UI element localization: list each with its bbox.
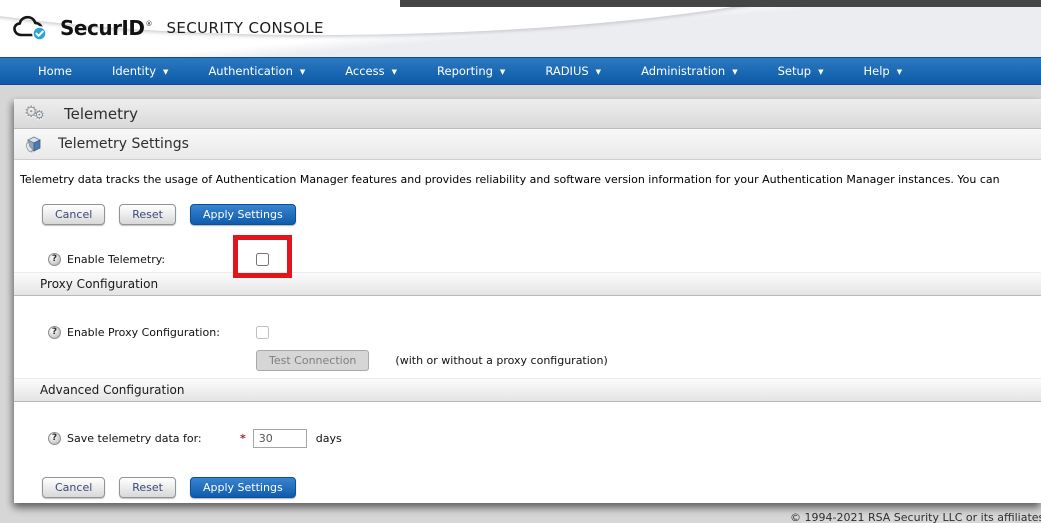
gears-icon: ⚙⚙ <box>24 102 50 126</box>
top-button-row: Cancel Reset Apply Settings <box>14 203 1041 225</box>
cancel-button[interactable]: Cancel <box>42 204 105 225</box>
required-asterisk: * <box>240 432 246 445</box>
apply-settings-button[interactable]: Apply Settings <box>190 204 296 225</box>
annotation-highlight-box <box>233 235 292 278</box>
help-icon[interactable]: ? <box>48 432 61 445</box>
page-subtitle: Telemetry Settings <box>58 136 189 152</box>
bottom-button-row: Cancel Reset Apply Settings <box>14 476 1041 498</box>
chevron-down-icon: ▼ <box>596 67 601 76</box>
apply-settings-button[interactable]: Apply Settings <box>190 477 296 498</box>
page-title-bar: ⚙⚙ Telemetry <box>14 99 1041 129</box>
cancel-button[interactable]: Cancel <box>42 477 105 498</box>
app-header: SecurID ® SECURITY CONSOLE <box>0 0 1041 57</box>
advanced-configuration-section-header: Advanced Configuration <box>14 378 1041 402</box>
days-unit-label: days <box>316 432 342 445</box>
test-connection-button[interactable]: Test Connection <box>256 350 369 371</box>
page-description: Telemetry data tracks the usage of Authe… <box>20 173 1035 187</box>
nav-item-identity[interactable]: Identity▼ <box>98 64 182 78</box>
section-title-bar: Telemetry Settings <box>14 129 1041 160</box>
brand-trademark: ® <box>145 20 152 28</box>
nav-item-authentication[interactable]: Authentication▼ <box>194 64 319 78</box>
chevron-down-icon: ▼ <box>163 67 168 76</box>
page-background: ⚙⚙ Telemetry Telemetry Settings Telemetr… <box>0 85 1041 523</box>
window-artifact-stripe <box>400 0 1041 7</box>
securid-logo: SecurID ® SECURITY CONSOLE <box>12 14 324 42</box>
reset-button[interactable]: Reset <box>119 204 176 225</box>
help-icon[interactable]: ? <box>48 253 61 266</box>
nav-item-access[interactable]: Access▼ <box>331 64 411 78</box>
chevron-down-icon: ▼ <box>818 67 823 76</box>
chevron-down-icon: ▼ <box>392 67 397 76</box>
brand-name: SecurID <box>60 16 144 40</box>
main-nav: Home Identity▼ Authentication▼ Access▼ R… <box>0 57 1041 85</box>
content-panel: ⚙⚙ Telemetry Telemetry Settings Telemetr… <box>14 99 1041 503</box>
nav-item-radius[interactable]: RADIUS▼ <box>531 64 615 78</box>
save-days-input[interactable] <box>253 429 307 448</box>
nav-item-setup[interactable]: Setup▼ <box>764 64 838 78</box>
nav-item-help[interactable]: Help▼ <box>849 64 916 78</box>
settings-box-icon <box>24 134 44 154</box>
reset-button[interactable]: Reset <box>119 477 176 498</box>
cloud-check-icon <box>12 14 52 42</box>
console-title: SECURITY CONSOLE <box>166 19 323 37</box>
save-telemetry-label: Save telemetry data for: <box>67 432 202 445</box>
help-icon[interactable]: ? <box>48 326 61 339</box>
proxy-configuration-section-header: Proxy Configuration <box>14 272 1041 296</box>
save-telemetry-row: ? Save telemetry data for: * days <box>14 428 1041 448</box>
enable-proxy-row: ? Enable Proxy Configuration: <box>14 325 1041 339</box>
nav-item-reporting[interactable]: Reporting▼ <box>423 64 519 78</box>
nav-item-home[interactable]: Home <box>24 64 86 78</box>
chevron-down-icon: ▼ <box>897 67 902 76</box>
enable-proxy-label: Enable Proxy Configuration: <box>67 326 220 339</box>
chevron-down-icon: ▼ <box>732 67 737 76</box>
copyright-text: © 1994-2021 RSA Security LLC or its affi… <box>790 511 1041 523</box>
test-connection-note: (with or without a proxy configuration) <box>395 354 607 367</box>
enable-telemetry-label: Enable Telemetry: <box>67 253 165 266</box>
enable-proxy-checkbox[interactable] <box>256 326 269 339</box>
nav-item-administration[interactable]: Administration▼ <box>627 64 752 78</box>
enable-telemetry-row: ? Enable Telemetry: <box>14 249 1041 269</box>
page-title: Telemetry <box>64 105 138 123</box>
chevron-down-icon: ▼ <box>300 67 305 76</box>
test-connection-row: Test Connection (with or without a proxy… <box>14 350 1041 370</box>
chevron-down-icon: ▼ <box>500 67 505 76</box>
